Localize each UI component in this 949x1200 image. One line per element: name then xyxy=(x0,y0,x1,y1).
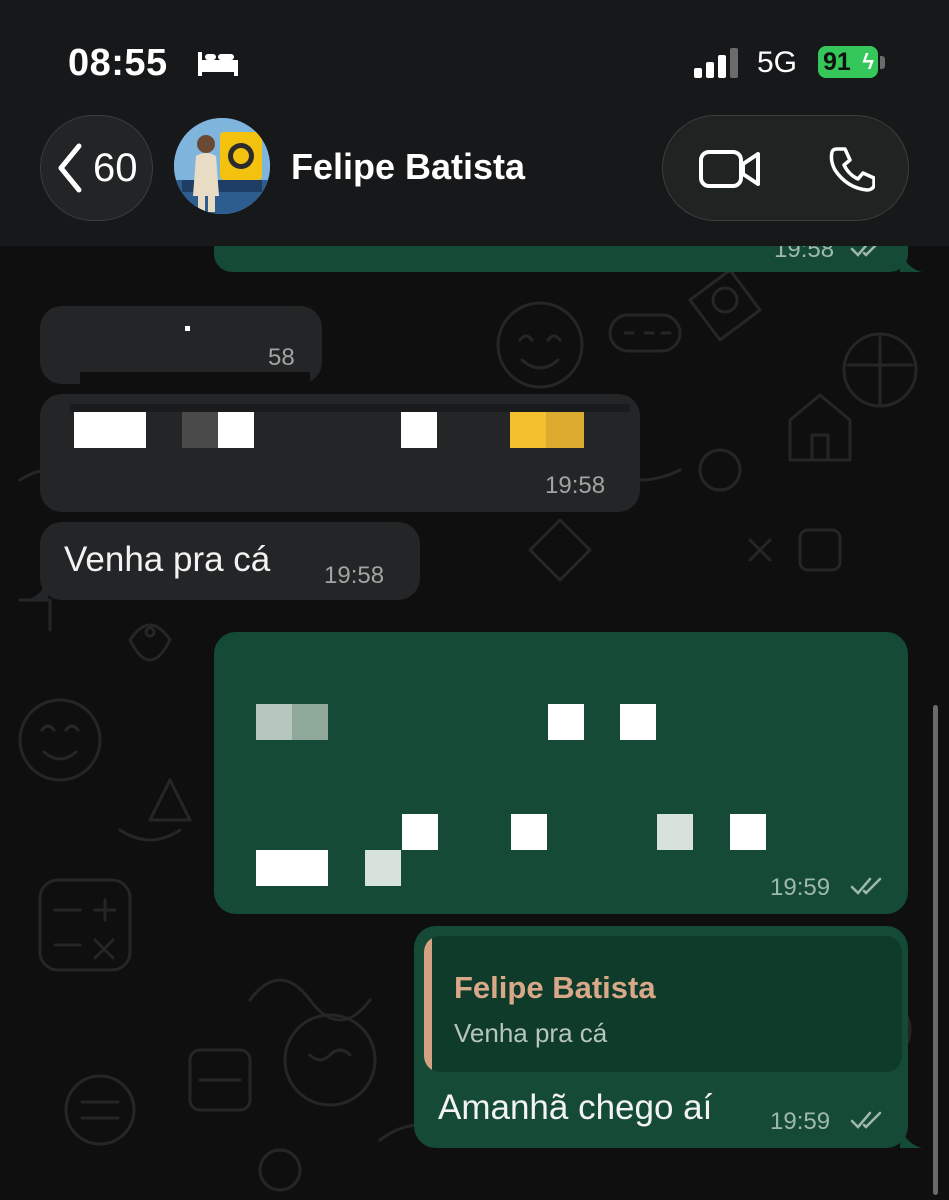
redacted-block xyxy=(218,412,254,448)
message-bubble-incoming[interactable]: Venha pra cá 19:58 xyxy=(26,522,420,600)
redacted-block xyxy=(548,704,584,740)
message-bubble-outgoing-reply[interactable]: Felipe Batista Venha pra cá Amanhã chego… xyxy=(414,926,922,1148)
charging-bolt-icon: ϟ xyxy=(862,49,874,74)
network-type: 5G xyxy=(757,46,798,79)
call-actions xyxy=(662,115,909,221)
avatar-photo xyxy=(174,118,270,214)
cellular-signal-icon xyxy=(694,48,738,78)
message-bubble-incoming[interactable]: 19:58 xyxy=(40,394,640,512)
battery-cap xyxy=(880,56,885,69)
battery-indicator: 91 ϟ xyxy=(818,46,878,78)
contact-name[interactable]: Felipe Batista xyxy=(291,146,525,188)
redacted-content xyxy=(80,372,310,388)
redacted-block xyxy=(182,412,218,448)
read-ticks-icon xyxy=(850,1111,882,1129)
chat-header: 08:55 5G 91 ϟ 60 Felipe Batista xyxy=(0,0,949,246)
redacted-block xyxy=(74,412,146,448)
bubble-tail xyxy=(900,250,922,272)
quoted-message-text: Venha pra cá xyxy=(454,1018,608,1048)
voice-call-icon[interactable] xyxy=(827,146,875,192)
chevron-left-icon xyxy=(58,143,82,193)
quote-accent-bar xyxy=(424,936,432,1072)
back-button[interactable]: 60 xyxy=(40,115,153,221)
message-bubble-incoming[interactable]: 58 xyxy=(40,306,322,388)
redacted-block xyxy=(511,814,547,850)
redacted-block xyxy=(510,412,546,448)
message-time: 19:59 xyxy=(770,874,831,901)
redacted-block xyxy=(657,814,693,850)
bubble-tail xyxy=(900,1126,922,1148)
redacted-block xyxy=(292,704,328,740)
redacted-block xyxy=(730,814,766,850)
message-time: 19:59 xyxy=(770,1108,831,1135)
redacted-block xyxy=(256,704,292,740)
redacted-block xyxy=(620,704,656,740)
battery-level: 91 xyxy=(823,48,851,76)
bubble-tail xyxy=(26,578,48,600)
redacted-block xyxy=(365,850,401,886)
message-text: Venha pra cá xyxy=(64,540,271,579)
message-time: 19:58 xyxy=(324,562,385,589)
redacted-block xyxy=(256,850,328,886)
chat-scrollbar[interactable] xyxy=(933,705,938,1195)
quoted-message[interactable]: Felipe Batista Venha pra cá xyxy=(424,936,902,1072)
status-time: 08:55 xyxy=(68,42,168,84)
read-ticks-icon xyxy=(850,877,882,895)
quoted-sender-name: Felipe Batista xyxy=(454,970,656,1005)
redacted-block xyxy=(402,814,438,850)
message-time: 58 xyxy=(268,344,295,371)
unread-chats-count: 60 xyxy=(93,146,138,190)
redacted-block xyxy=(546,412,584,448)
redacted-block xyxy=(401,412,437,448)
redacted-content xyxy=(185,326,190,331)
video-call-icon[interactable] xyxy=(699,148,761,190)
message-time: 19:58 xyxy=(545,472,606,499)
message-bubble-outgoing[interactable]: 19:59 xyxy=(214,632,908,914)
redacted-content xyxy=(70,404,630,412)
contact-avatar[interactable] xyxy=(174,118,270,214)
message-text: Amanhã chego aí xyxy=(438,1088,713,1127)
sleep-focus-icon xyxy=(198,52,238,76)
